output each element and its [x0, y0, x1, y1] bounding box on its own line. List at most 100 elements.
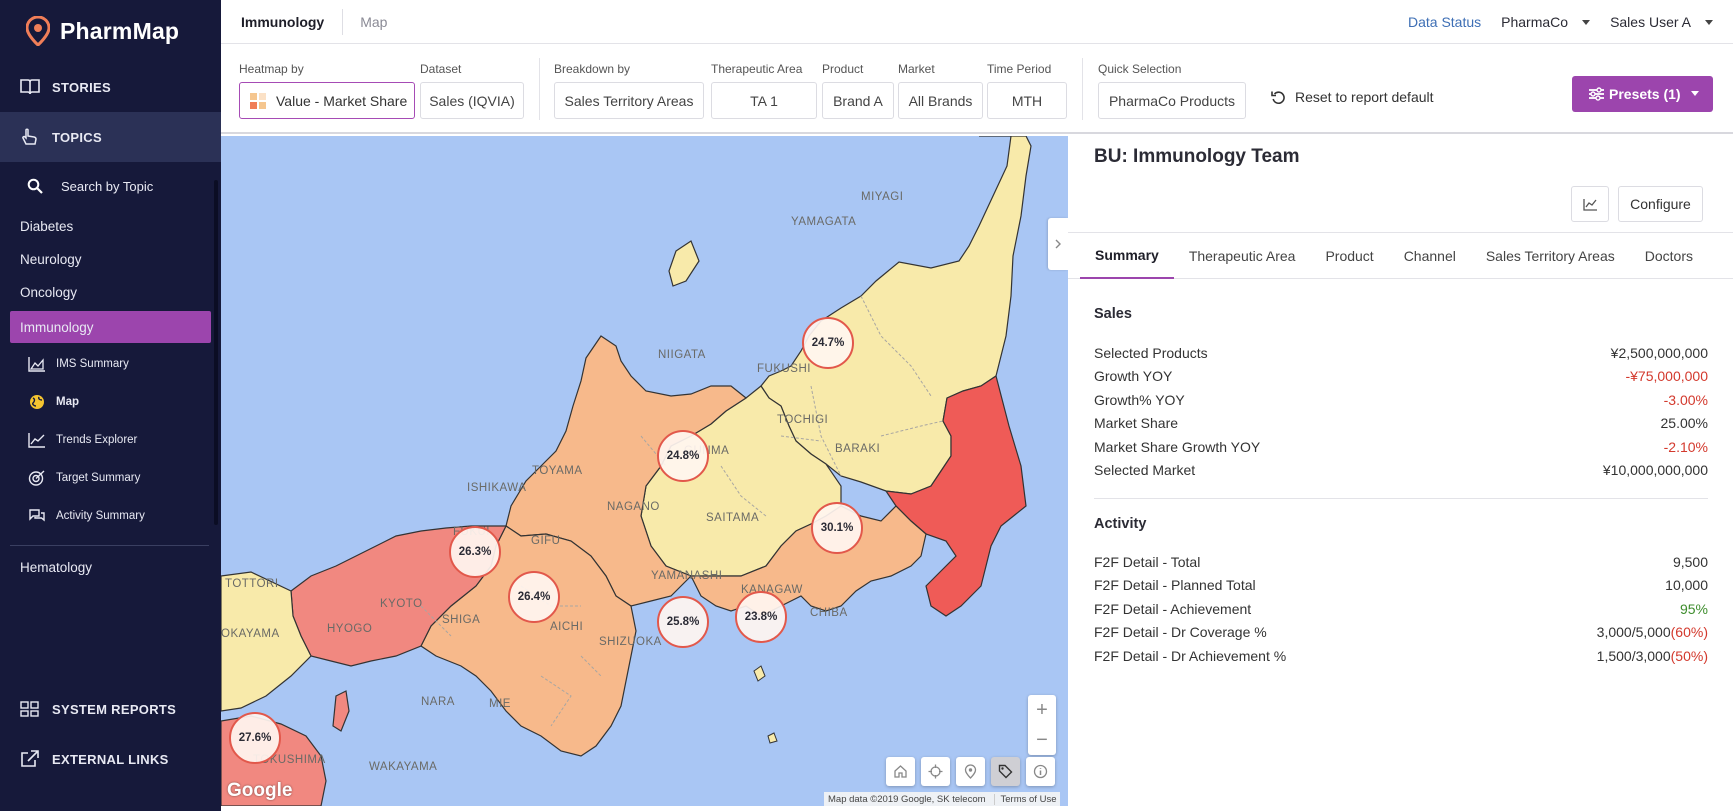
metric-row: F2F Detail - Dr Coverage % 3,000/5,000(60…: [1094, 621, 1708, 645]
map-bubble[interactable]: 30.1%: [811, 502, 863, 554]
info-button[interactable]: [1026, 757, 1055, 786]
region-sado[interactable]: [668, 240, 700, 287]
labels-toggle-button[interactable]: [991, 757, 1020, 786]
pref-label: KYOTO: [380, 598, 423, 610]
metric-row: Growth% YOY -3.00%: [1094, 388, 1708, 412]
map-bubble[interactable]: 26.4%: [508, 571, 560, 623]
reset-label: Reset to report default: [1295, 89, 1434, 105]
pref-label: HYOGO: [327, 623, 373, 635]
topic-neurology[interactable]: Neurology: [0, 243, 221, 276]
map-view[interactable]: MIYAGI YAMAGATA NIIGATA FUKUSHI TOCHIGI …: [221, 136, 1068, 806]
subnav-target-summary[interactable]: Target Summary: [0, 459, 221, 497]
tab-summary[interactable]: Summary: [1080, 233, 1174, 279]
tab-therapeutic-area[interactable]: Therapeutic Area: [1174, 233, 1311, 279]
locate-button[interactable]: [921, 757, 950, 786]
product-select[interactable]: Brand A: [822, 82, 894, 119]
panel-collapse-toggle[interactable]: [1048, 218, 1068, 270]
metric-value: 3,000/5,000: [1596, 624, 1671, 641]
topic-search[interactable]: Search by Topic: [0, 162, 221, 210]
terms-of-use-link[interactable]: Terms of Use: [993, 793, 1056, 805]
home-button[interactable]: [886, 757, 915, 786]
market-label: Market: [898, 62, 935, 76]
map-bubble[interactable]: 24.8%: [657, 430, 709, 482]
tab-immunology[interactable]: Immunology: [221, 8, 344, 35]
summary-panel: BU: Immunology Team Configure Summary Th…: [1068, 136, 1733, 811]
pref-label: BARAKI: [835, 443, 881, 455]
map-bubble[interactable]: 24.7%: [802, 317, 854, 369]
metric-label: F2F Detail - Total: [1094, 553, 1201, 570]
reset-report-button[interactable]: Reset to report default: [1271, 89, 1434, 105]
market-select[interactable]: All Brands: [898, 82, 983, 119]
topic-oncology[interactable]: Oncology: [0, 276, 221, 309]
pref-label: ISHIKAWA: [467, 482, 527, 494]
metric-value: -¥75,000,000: [1625, 368, 1708, 385]
topic-immunology[interactable]: Immunology: [10, 311, 211, 343]
map-bubble[interactable]: 27.6%: [229, 712, 281, 764]
japan-heatmap[interactable]: [221, 136, 1068, 806]
subnav-ims-summary[interactable]: IMS Summary: [0, 345, 221, 383]
caret-down-icon: [1705, 19, 1713, 25]
metric-value-group: 1,500/3,000(50%): [1597, 648, 1708, 664]
data-status-link[interactable]: Data Status: [1408, 14, 1481, 30]
zoom-in-button[interactable]: +: [1028, 695, 1056, 725]
region-izu-island[interactable]: [753, 665, 766, 682]
user-dropdown[interactable]: Sales User A: [1610, 14, 1713, 30]
nav-topics[interactable]: TOPICS: [0, 112, 221, 162]
metric-row: F2F Detail - Achievement 95%: [1094, 597, 1708, 621]
tab-map[interactable]: Map: [343, 9, 404, 35]
metric-row: F2F Detail - Dr Achievement % 1,500/3,000…: [1094, 644, 1708, 668]
topic-search-placeholder: Search by Topic: [61, 178, 154, 194]
heatmap-select[interactable]: Value - Market Share: [239, 82, 415, 119]
caret-down-icon: [1582, 19, 1591, 25]
sliders-icon: [1589, 87, 1604, 101]
map-bubble[interactable]: 23.8%: [735, 591, 787, 643]
heatmap-filter: Heatmap by Value - Market Share: [239, 62, 415, 119]
subnav-trends-explorer[interactable]: Trends Explorer: [0, 421, 221, 459]
reports-grid-icon: [20, 701, 39, 717]
pref-label: WAKAYAMA: [369, 761, 438, 773]
chart-view-button[interactable]: [1571, 186, 1609, 222]
app-logo[interactable]: PharmMap: [0, 0, 221, 62]
subnav-activity-summary[interactable]: Activity Summary: [0, 497, 221, 535]
map-bubble[interactable]: 26.3%: [449, 526, 501, 578]
topic-hematology[interactable]: Hematology: [0, 546, 221, 589]
quick-selection-select[interactable]: PharmaCo Products: [1098, 82, 1246, 119]
map-bubble[interactable]: 25.8%: [657, 596, 709, 648]
product-filter: Product Brand A: [822, 62, 894, 119]
metric-label: Market Share: [1094, 415, 1179, 432]
therapeutic-area-select[interactable]: TA 1: [711, 82, 817, 119]
configure-button[interactable]: Configure: [1618, 186, 1703, 222]
region-awaji[interactable]: [332, 690, 350, 732]
nav-stories[interactable]: STORIES: [0, 62, 221, 112]
subnav-map[interactable]: Map: [0, 383, 221, 421]
sidebar-scrollbar[interactable]: [214, 180, 218, 525]
presets-button[interactable]: Presets (1): [1572, 76, 1713, 112]
tag-icon: [998, 764, 1013, 779]
metric-percent: (50%): [1670, 647, 1708, 664]
search-icon: [27, 178, 43, 194]
pref-label: YAMAGATA: [791, 216, 857, 228]
section-divider: [1094, 498, 1708, 499]
company-dropdown[interactable]: PharmaCo: [1501, 14, 1591, 30]
tab-doctors[interactable]: Doctors: [1630, 233, 1708, 279]
metric-label: F2F Detail - Dr Achievement %: [1094, 647, 1287, 664]
time-period-select[interactable]: MTH: [987, 82, 1067, 119]
pref-label: NAGANO: [607, 501, 660, 513]
top-bar: Immunology Map Data Status PharmaCo Sale…: [221, 0, 1733, 44]
breakdown-select[interactable]: Sales Territory Areas: [554, 82, 704, 119]
pref-label: AICHI: [550, 621, 584, 633]
region-izu-island[interactable]: [767, 732, 778, 744]
zoom-out-button[interactable]: −: [1028, 725, 1056, 755]
topic-diabetes[interactable]: Diabetes: [0, 210, 221, 243]
nav-system-reports[interactable]: SYSTEM REPORTS: [0, 684, 221, 734]
dataset-select[interactable]: Sales (IQVIA): [420, 82, 524, 119]
dataset-filter: Dataset Sales (IQVIA): [420, 62, 524, 119]
subnav-label: IMS Summary: [56, 358, 129, 370]
marker-button[interactable]: [956, 757, 985, 786]
metric-value: 95%: [1679, 600, 1708, 617]
nav-external-links[interactable]: EXTERNAL LINKS: [0, 734, 221, 784]
tab-sales-territory-areas[interactable]: Sales Territory Areas: [1471, 233, 1630, 279]
tab-product[interactable]: Product: [1310, 233, 1388, 279]
tab-channel[interactable]: Channel: [1389, 233, 1471, 279]
home-icon: [894, 765, 907, 778]
